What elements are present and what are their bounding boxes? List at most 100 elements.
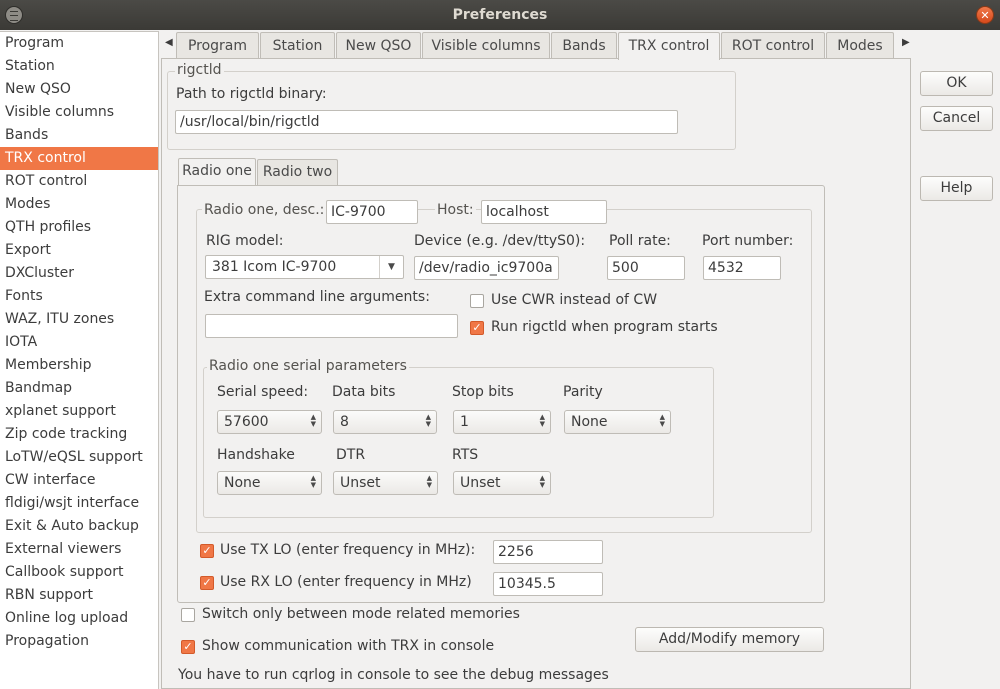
stop-bits-value: 1	[460, 414, 469, 430]
tab-station[interactable]: Station	[260, 32, 335, 59]
tab-bands[interactable]: Bands	[551, 32, 617, 59]
tx-lo-input[interactable]: 2256	[493, 540, 603, 564]
radio-desc-label: Radio one, desc.:	[202, 202, 327, 218]
sidebar-item-cw-interface[interactable]: CW interface	[0, 469, 158, 492]
handshake-value: None	[224, 475, 261, 491]
tab-trx-control[interactable]: TRX control	[618, 32, 720, 60]
sidebar-item-fldigi-wsjt-interface[interactable]: fldigi/wsjt interface	[0, 492, 158, 515]
data-bits-select[interactable]: 8 ▲ ▼	[333, 410, 437, 434]
updown-icon: ▲ ▼	[539, 474, 545, 489]
chevron-down-icon: ▼	[379, 256, 403, 278]
help-button[interactable]: Help	[920, 176, 993, 201]
rts-label: RTS	[452, 447, 479, 463]
device-label: Device (e.g. /dev/ttyS0):	[414, 233, 586, 249]
rig-model-label: RIG model:	[206, 233, 284, 249]
use-rx-lo-label: Use RX LO (enter frequency in MHz)	[220, 574, 472, 590]
use-rx-lo-checkbox[interactable]: ✓	[200, 576, 214, 590]
sidebar-item-iota[interactable]: IOTA	[0, 331, 158, 354]
rigctld-group-label: rigctld	[175, 62, 224, 78]
dtr-label: DTR	[336, 447, 366, 463]
updown-icon: ▲ ▼	[539, 413, 545, 428]
device-input[interactable]: /dev/radio_ic9700a	[414, 256, 559, 280]
ok-button[interactable]: OK	[920, 71, 993, 96]
run-rigctld-checkbox[interactable]: ✓	[470, 321, 484, 335]
poll-rate-label: Poll rate:	[609, 233, 671, 249]
switch-memories-checkbox[interactable]	[181, 608, 195, 622]
sidebar-item-propagation[interactable]: Propagation	[0, 630, 158, 653]
data-bits-label: Data bits	[332, 384, 396, 400]
window-menu-icon[interactable]	[5, 6, 23, 24]
updown-icon: ▲ ▼	[659, 413, 665, 428]
close-icon[interactable]: ✕	[976, 6, 994, 24]
rx-lo-input[interactable]: 10345.5	[493, 572, 603, 596]
sidebar-item-trx-control[interactable]: TRX control	[0, 147, 158, 170]
sidebar-item-external-viewers[interactable]: External viewers	[0, 538, 158, 561]
extra-args-label: Extra command line arguments:	[204, 289, 430, 305]
serial-speed-label: Serial speed:	[217, 384, 309, 400]
tab-modes[interactable]: Modes	[826, 32, 894, 59]
use-tx-lo-checkbox[interactable]: ✓	[200, 544, 214, 558]
show-trx-console-label: Show communication with TRX in console	[202, 638, 495, 654]
tab-scroll-left-icon[interactable]: ◀	[165, 37, 173, 48]
tab-visible-columns[interactable]: Visible columns	[422, 32, 550, 59]
debug-note: You have to run cqrlog in console to see…	[178, 667, 609, 683]
parity-value: None	[571, 414, 608, 430]
show-trx-console-checkbox[interactable]: ✓	[181, 640, 195, 654]
rigctld-path-label: Path to rigctld binary:	[176, 86, 327, 102]
sidebar-item-callbook-support[interactable]: Callbook support	[0, 561, 158, 584]
port-number-input[interactable]: 4532	[703, 256, 781, 280]
sidebar-item-rot-control[interactable]: ROT control	[0, 170, 158, 193]
sidebar-item-station[interactable]: Station	[0, 55, 158, 78]
cancel-button[interactable]: Cancel	[920, 106, 993, 131]
updown-icon: ▲ ▼	[426, 474, 432, 489]
sidebar-item-lotw-eqsl-support[interactable]: LoTW/eQSL support	[0, 446, 158, 469]
updown-icon: ▲ ▼	[310, 474, 316, 489]
handshake-select[interactable]: None ▲ ▼	[217, 471, 322, 495]
tab-radio-one[interactable]: Radio one	[178, 158, 256, 185]
sidebar-item-modes[interactable]: Modes	[0, 193, 158, 216]
tab-scroll-right-icon[interactable]: ▶	[902, 37, 910, 48]
data-bits-value: 8	[340, 414, 349, 430]
serial-params-label: Radio one serial parameters	[207, 358, 409, 374]
rig-model-select[interactable]: 381 Icom IC-9700 ▼	[205, 255, 404, 279]
radio-desc-input[interactable]: IC-9700	[326, 200, 418, 224]
extra-args-input[interactable]	[205, 314, 458, 338]
sidebar-item-xplanet-support[interactable]: xplanet support	[0, 400, 158, 423]
window-title: Preferences	[452, 7, 548, 23]
sidebar-item-waz-itu-zones[interactable]: WAZ, ITU zones	[0, 308, 158, 331]
sidebar-item-program[interactable]: Program	[0, 32, 158, 55]
sidebar-item-dxcluster[interactable]: DXCluster	[0, 262, 158, 285]
parity-label: Parity	[563, 384, 603, 400]
tab-radio-two[interactable]: Radio two	[257, 159, 338, 185]
sidebar-item-online-log-upload[interactable]: Online log upload	[0, 607, 158, 630]
sidebar-item-zip-code-tracking[interactable]: Zip code tracking	[0, 423, 158, 446]
dtr-select[interactable]: Unset ▲ ▼	[333, 471, 438, 495]
use-tx-lo-label: Use TX LO (enter frequency in MHz):	[220, 542, 476, 558]
serial-speed-select[interactable]: 57600 ▲ ▼	[217, 410, 322, 434]
sidebar-item-fonts[interactable]: Fonts	[0, 285, 158, 308]
rts-select[interactable]: Unset ▲ ▼	[453, 471, 551, 495]
sidebar-item-visible-columns[interactable]: Visible columns	[0, 101, 158, 124]
sidebar-item-bandmap[interactable]: Bandmap	[0, 377, 158, 400]
tab-program[interactable]: Program	[176, 32, 259, 59]
stop-bits-select[interactable]: 1 ▲ ▼	[453, 410, 551, 434]
port-number-label: Port number:	[702, 233, 794, 249]
parity-select[interactable]: None ▲ ▼	[564, 410, 671, 434]
stop-bits-label: Stop bits	[452, 384, 514, 400]
add-modify-memory-button[interactable]: Add/Modify memory	[635, 627, 824, 652]
poll-rate-input[interactable]: 500	[607, 256, 685, 280]
sidebar-item-membership[interactable]: Membership	[0, 354, 158, 377]
sidebar-item-qth-profiles[interactable]: QTH profiles	[0, 216, 158, 239]
sidebar-item-rbn-support[interactable]: RBN support	[0, 584, 158, 607]
use-cwr-checkbox[interactable]	[470, 294, 484, 308]
tab-rot-control[interactable]: ROT control	[721, 32, 825, 59]
sidebar-item-bands[interactable]: Bands	[0, 124, 158, 147]
sidebar-item-exit-auto-backup[interactable]: Exit & Auto backup	[0, 515, 158, 538]
rigctld-path-input[interactable]: /usr/local/bin/rigctld	[175, 110, 678, 134]
title-bar: Preferences	[0, 0, 1000, 30]
host-input[interactable]: localhost	[481, 200, 607, 224]
tab-new-qso[interactable]: New QSO	[336, 32, 421, 59]
use-cwr-label: Use CWR instead of CW	[491, 292, 658, 308]
sidebar-item-new-qso[interactable]: New QSO	[0, 78, 158, 101]
sidebar-item-export[interactable]: Export	[0, 239, 158, 262]
